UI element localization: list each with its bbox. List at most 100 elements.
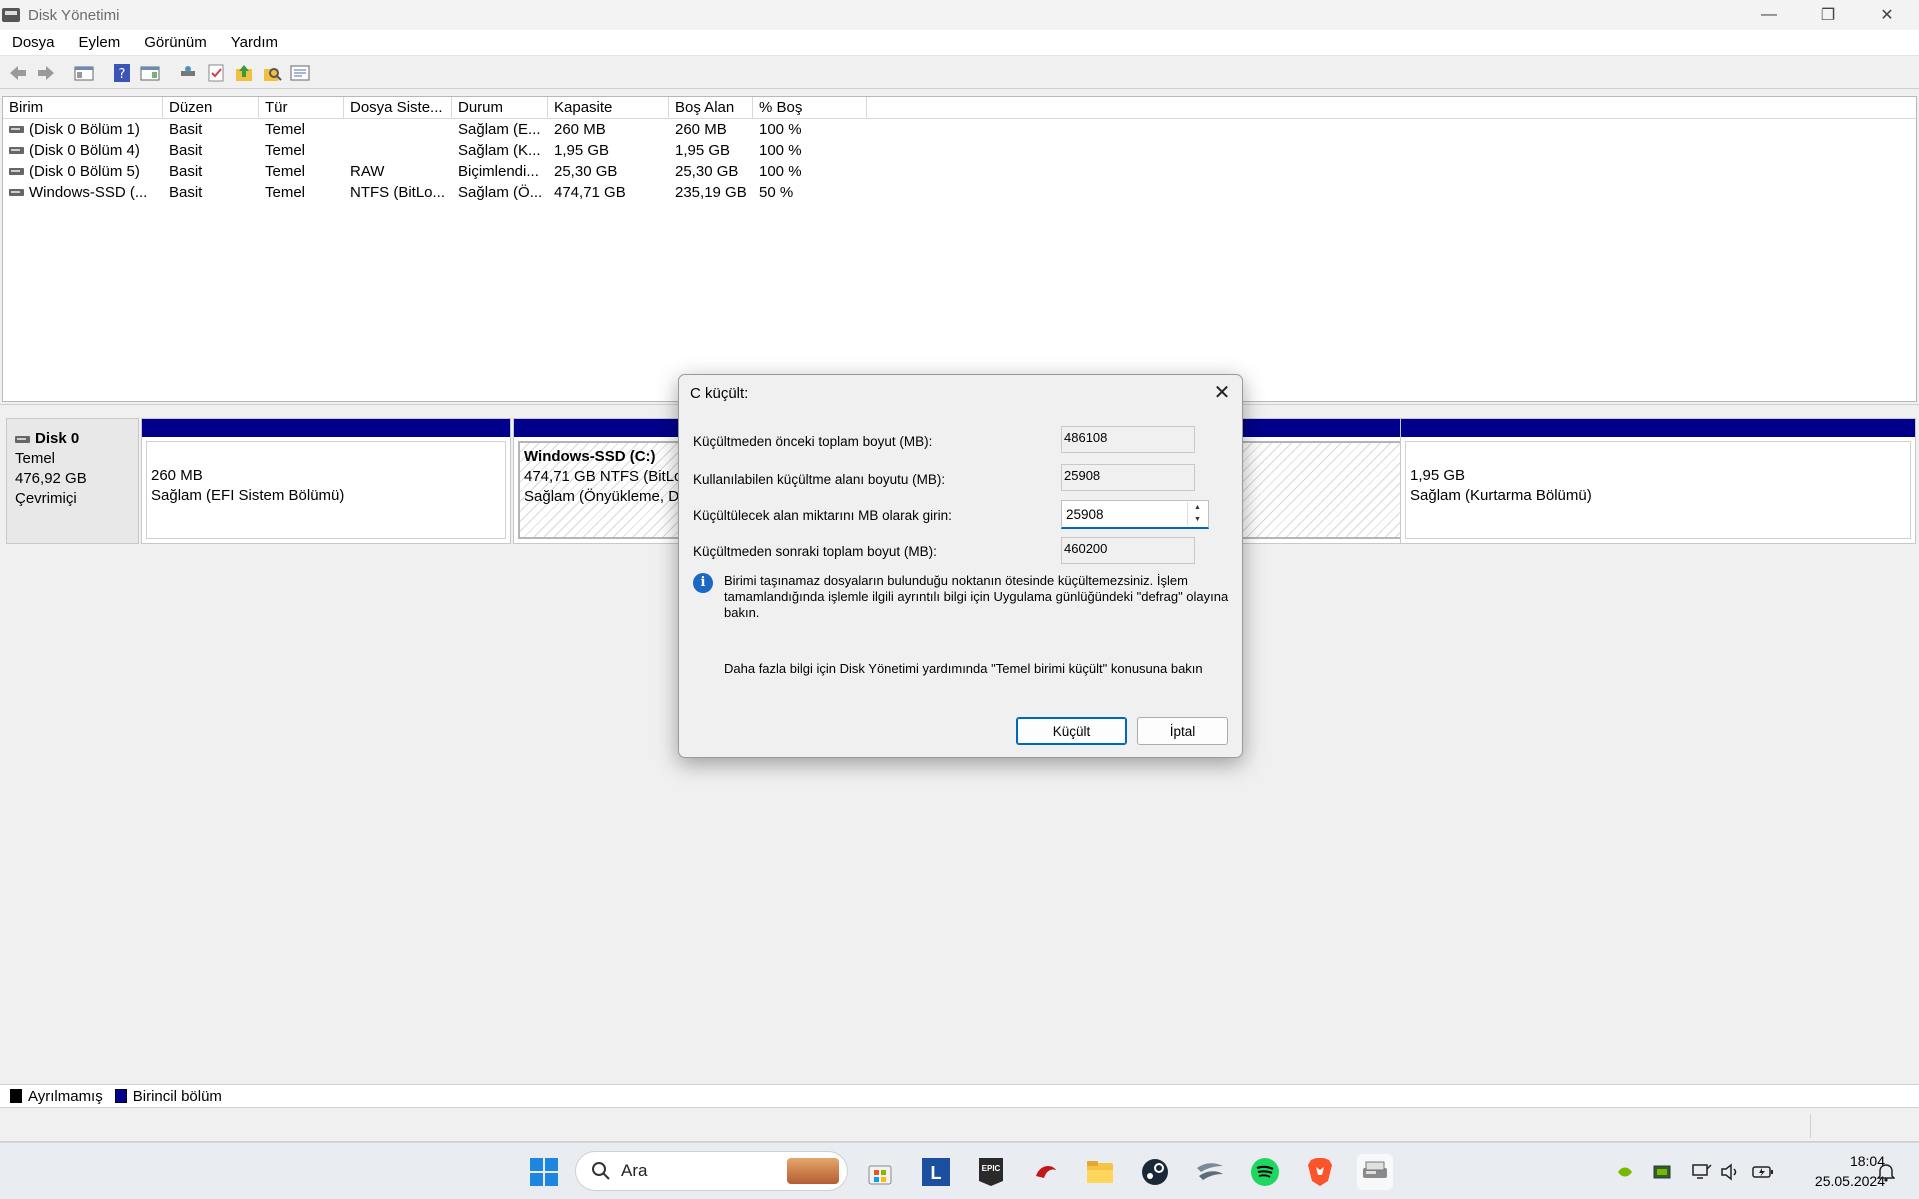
nvidia-tray-icon[interactable] [1615, 1143, 1635, 1199]
battery-icon[interactable] [1750, 1143, 1776, 1199]
dialog-close-icon[interactable]: ✕ [1210, 381, 1234, 405]
clock[interactable]: 18:04 25.05.2024 [1785, 1151, 1885, 1191]
table-row[interactable]: (Disk 0 Bölüm 1) Basit Temel Sağlam (E..… [3, 119, 1916, 140]
column-header-yuzde-bos[interactable]: % Boş [753, 97, 867, 118]
notification-bell-icon[interactable] [1874, 1143, 1898, 1199]
forward-arrow-icon[interactable] [34, 61, 58, 85]
cell-duzen: Basit [169, 163, 203, 180]
clock-date: 25.05.2024 [1814, 1173, 1885, 1189]
menu-yardim[interactable]: Yardım [219, 34, 290, 51]
menu-eylem[interactable]: Eylem [67, 34, 133, 51]
volume-icon[interactable] [1718, 1143, 1742, 1199]
back-arrow-icon[interactable] [6, 61, 30, 85]
column-header-bos-alan[interactable]: Boş Alan [669, 97, 753, 118]
wind-app-icon[interactable] [1192, 1154, 1228, 1190]
cell-bos-alan: 235,19 GB [675, 184, 747, 201]
shrink-amount-input[interactable] [1066, 505, 1186, 523]
disk-type: Temel [15, 450, 56, 467]
table-row[interactable]: (Disk 0 Bölüm 5) Basit Temel RAW Biçimle… [3, 161, 1916, 182]
shrink-amount-stepper[interactable]: ▲ ▼ [1061, 500, 1209, 529]
cell-bos-alan: 1,95 GB [675, 142, 731, 159]
cell-kapasite: 1,95 GB [554, 142, 610, 159]
help-icon[interactable]: ? [110, 61, 134, 85]
column-header-tur[interactable]: Tür [259, 97, 344, 118]
cell-tur: Temel [265, 121, 306, 138]
column-header-dosya-sistemi[interactable]: Dosya Siste... [344, 97, 452, 118]
restore-button[interactable]: ❐ [1800, 0, 1856, 30]
cell-kapasite: 25,30 GB [554, 163, 618, 180]
store-icon[interactable] [862, 1154, 898, 1190]
legend: Ayrılmamış Birincil bölüm [0, 1084, 1919, 1108]
spotify-icon[interactable] [1247, 1154, 1283, 1190]
disk-management-taskbar-icon[interactable] [1357, 1154, 1393, 1190]
status-bar [0, 1110, 1919, 1142]
cell-tur: Temel [265, 184, 306, 201]
partition-status: Sağlam (EFI Sistem Bölümü) [151, 487, 345, 504]
info-text: Birimi taşınamaz dosyaların bulunduğu no… [724, 573, 1229, 620]
enter-amount-label: Küçültülecek alan miktarını MB olarak gi… [693, 508, 952, 523]
legend-unallocated: Ayrılmamış [28, 1087, 103, 1105]
window-title: Disk Yönetimi [28, 6, 120, 24]
taskbar-search[interactable]: Ara [575, 1151, 848, 1191]
steam-icon[interactable] [1137, 1154, 1173, 1190]
column-header-birim[interactable]: Birim [3, 97, 163, 118]
drive-icon [9, 126, 24, 133]
action-pane-icon[interactable] [138, 61, 162, 85]
check-icon[interactable] [204, 61, 228, 85]
cell-bos-alan: 260 MB [675, 121, 727, 138]
disk-info[interactable]: Disk 0 Temel 476,92 GB Çevrimiçi [6, 418, 139, 544]
menu-gorunum[interactable]: Görünüm [132, 34, 219, 51]
clock-time: 18:04 [1849, 1153, 1885, 1169]
partition-size: 260 MB [151, 467, 203, 484]
brave-icon[interactable] [1302, 1154, 1338, 1190]
shrink-dialog: C küçült: ✕ Küçültmeden önceki toplam bo… [678, 374, 1243, 758]
connect-disk-icon[interactable] [176, 61, 200, 85]
column-header-duzen[interactable]: Düzen [163, 97, 259, 118]
svg-text:EPIC: EPIC [982, 1164, 1001, 1173]
spin-buttons: ▲ ▼ [1187, 502, 1207, 526]
cell-birim: (Disk 0 Bölüm 1) [29, 121, 140, 138]
drive-icon [9, 147, 24, 154]
column-header-kapasite[interactable]: Kapasite [548, 97, 669, 118]
cell-birim: (Disk 0 Bölüm 5) [29, 163, 140, 180]
partition-bar [142, 419, 510, 437]
search-folder-icon[interactable] [260, 61, 284, 85]
minimize-button[interactable]: — [1741, 0, 1797, 30]
rockstar-icon[interactable] [1028, 1154, 1064, 1190]
start-button[interactable] [526, 1154, 562, 1190]
cell-durum: Biçimlendi... [458, 163, 539, 180]
svg-text:L: L [931, 1163, 942, 1183]
cell-dosya-sistemi: NTFS (BitLo... [350, 184, 446, 201]
epic-games-icon[interactable]: EPIC [973, 1154, 1009, 1190]
cell-tur: Temel [265, 163, 306, 180]
available-label: Kullanılabilen küçültme alanı boyutu (MB… [693, 472, 946, 487]
cell-tur: Temel [265, 142, 306, 159]
close-button[interactable]: ✕ [1859, 0, 1915, 30]
gpu-tray-icon[interactable] [1650, 1143, 1674, 1199]
cell-bos-alan: 25,30 GB [675, 163, 739, 180]
table-row[interactable]: Windows-SSD (... Basit Temel NTFS (BitLo… [3, 182, 1916, 203]
up-folder-icon[interactable] [232, 61, 256, 85]
column-header-durum[interactable]: Durum [452, 97, 548, 118]
file-explorer-icon[interactable] [1082, 1154, 1118, 1190]
cell-durum: Sağlam (Ö... [458, 184, 543, 201]
cancel-button[interactable]: İptal [1137, 717, 1228, 745]
cell-birim: (Disk 0 Bölüm 4) [29, 142, 140, 159]
cell-duzen: Basit [169, 184, 203, 201]
launcher-l-icon[interactable]: L [918, 1154, 954, 1190]
volume-list: Birim Düzen Tür Dosya Siste... Durum Kap… [2, 96, 1917, 402]
spin-up-icon[interactable]: ▲ [1187, 502, 1207, 514]
properties-icon[interactable] [288, 61, 312, 85]
menu-dosya[interactable]: Dosya [0, 34, 67, 51]
network-icon[interactable] [1690, 1143, 1714, 1199]
console-tree-icon[interactable] [72, 61, 96, 85]
unallocated-swatch [10, 1089, 22, 1103]
spin-down-icon[interactable]: ▼ [1187, 514, 1207, 526]
partition-recovery[interactable]: 1,95 GB Sağlam (Kurtarma Bölümü) [1400, 418, 1916, 544]
partition-efi[interactable]: 260 MB Sağlam (EFI Sistem Bölümü) [141, 418, 511, 544]
disk-management-icon [2, 8, 20, 22]
partition-size: 1,95 GB [1410, 467, 1466, 484]
table-row[interactable]: (Disk 0 Bölüm 4) Basit Temel Sağlam (K..… [3, 140, 1916, 161]
shrink-button[interactable]: Küçült [1016, 717, 1127, 745]
total-before-field: 486108 [1061, 426, 1195, 453]
